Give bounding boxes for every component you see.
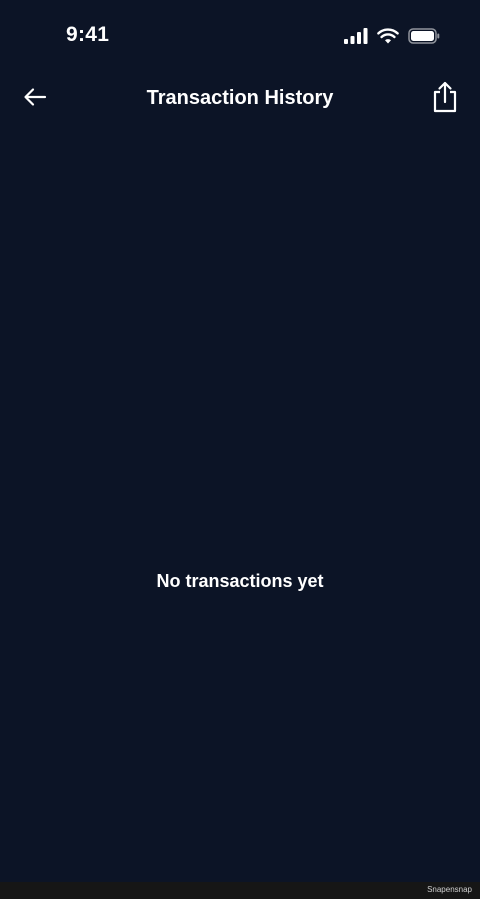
share-icon <box>431 80 459 119</box>
watermark-text: Snapensnap <box>427 885 472 894</box>
wifi-icon <box>377 28 399 44</box>
empty-state-message: No transactions yet <box>156 571 324 591</box>
status-time: 9:41 <box>66 23 110 46</box>
share-button[interactable] <box>430 81 460 117</box>
cellular-signal-icon <box>344 28 368 44</box>
status-icons <box>344 26 440 46</box>
status-bar: 9:41 <box>0 0 480 70</box>
transaction-history-screen: 9:41 Transaction History No transactions… <box>0 0 480 899</box>
bottom-strip: Snapensnap <box>0 882 480 899</box>
nav-bar: Transaction History <box>0 75 480 123</box>
battery-icon <box>408 28 440 44</box>
page-title: Transaction History <box>146 87 334 109</box>
